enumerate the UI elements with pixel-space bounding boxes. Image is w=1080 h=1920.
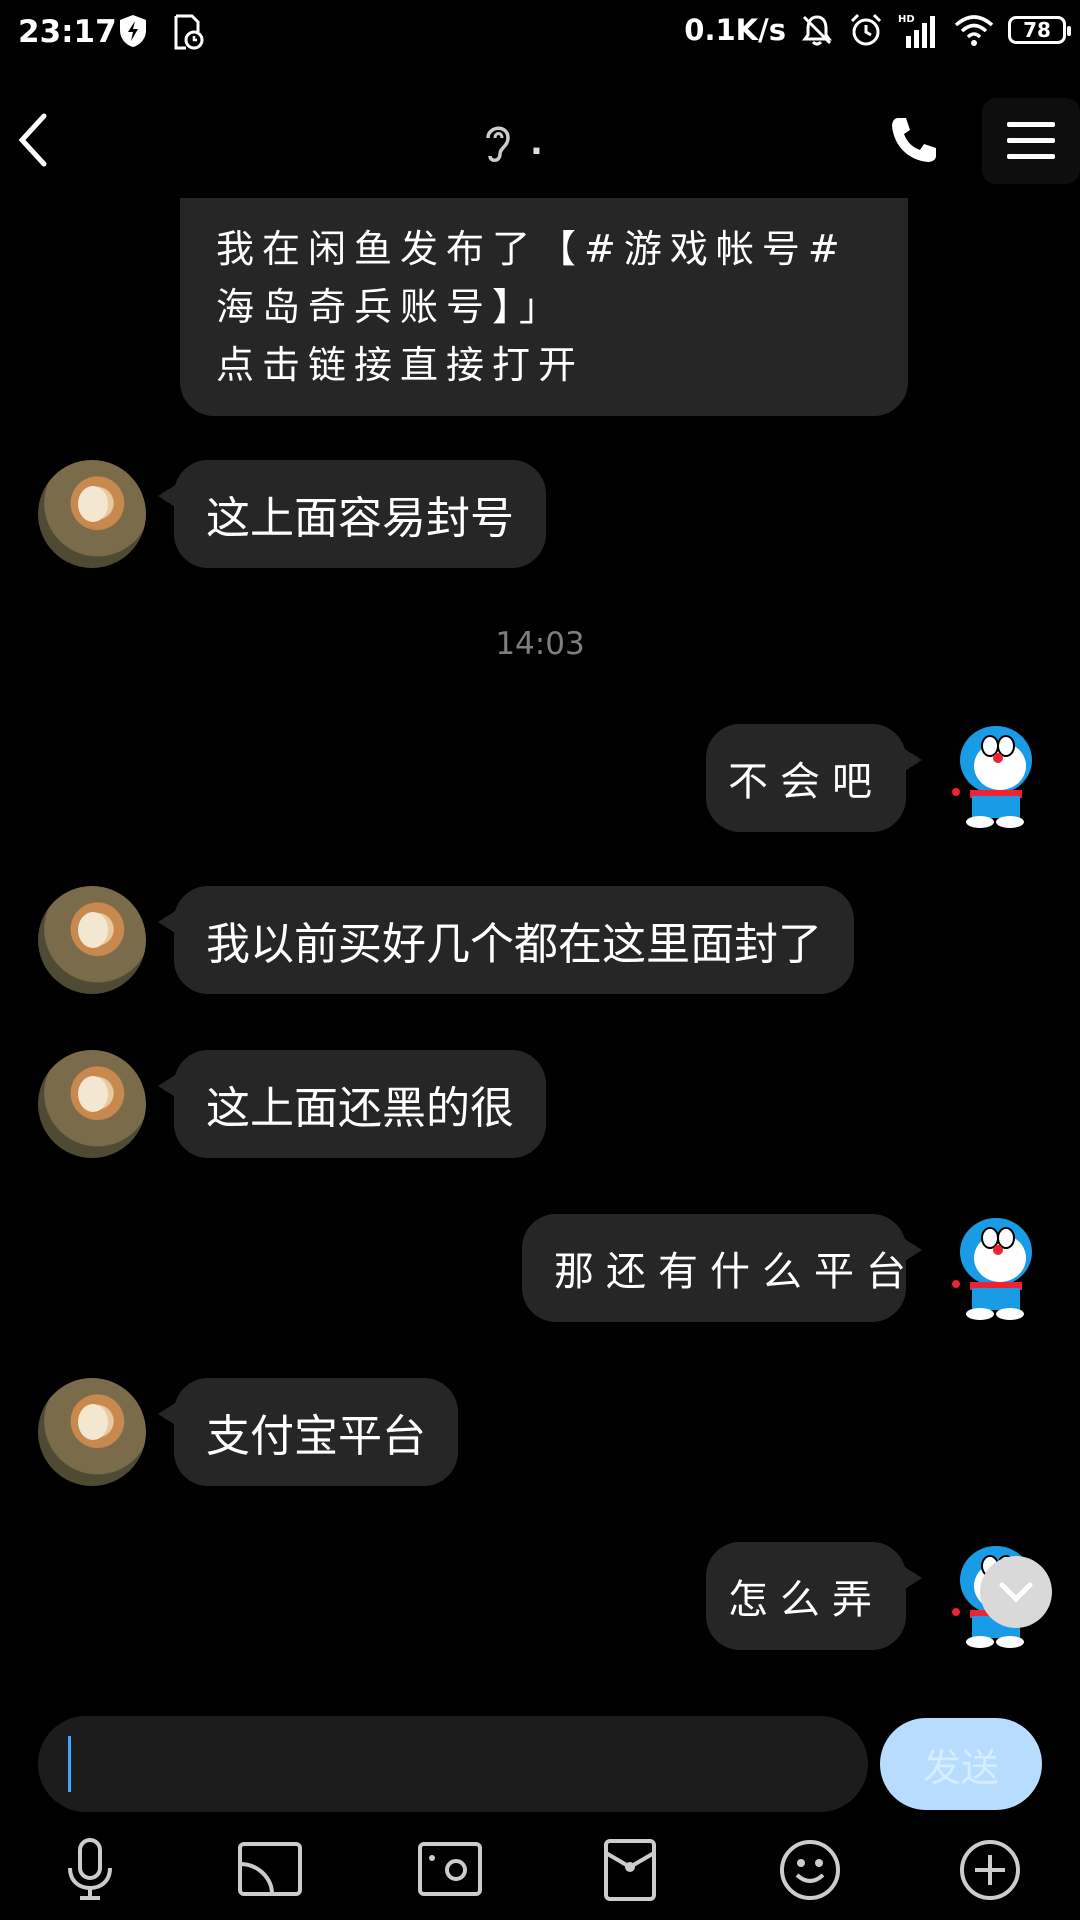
emoji-button[interactable] [770, 1830, 850, 1910]
mic-icon [68, 1838, 112, 1900]
message-text: 怎么弄 [728, 1577, 884, 1623]
status-bar: 23:17 0.1K/s HD 78 [0, 0, 1080, 72]
mute-bell-icon [802, 15, 832, 46]
battery-indicator: 78 [1008, 16, 1071, 44]
send-button[interactable]: 发送 [880, 1718, 1042, 1810]
status-time: 23:17 [18, 14, 117, 50]
svg-text:HD: HD [898, 14, 915, 25]
user-avatar[interactable] [950, 720, 1042, 830]
screen-share-button[interactable] [230, 1830, 310, 1910]
message-text: 这上面容易封号 [206, 493, 514, 544]
message-bubble[interactable]: 支付宝平台 [158, 1378, 458, 1486]
plus-icon [960, 1840, 1020, 1900]
ear-icon [486, 126, 510, 162]
clock-file-icon [174, 14, 204, 50]
photo-button[interactable] [410, 1830, 490, 1910]
scroll-down-button[interactable] [980, 1556, 1052, 1628]
message-list[interactable]: 我在闲鱼发布了【#游戏帐号#海岛奇兵账号】」 点击链接直接打开 这上面容易封号 … [0, 198, 1080, 1708]
battery-level: 78 [1023, 18, 1051, 42]
emoji-icon [780, 1840, 840, 1900]
phone-icon [892, 118, 936, 162]
wifi-icon [954, 15, 994, 46]
voice-input-button[interactable] [50, 1830, 130, 1910]
red-packet-button[interactable] [590, 1830, 670, 1910]
contact-name: . [530, 123, 543, 163]
message-timestamp: 14:03 [495, 626, 585, 662]
chat-header: . [0, 72, 1080, 208]
contact-avatar[interactable] [38, 1050, 146, 1158]
message-bubble[interactable]: 怎么弄 [706, 1542, 922, 1650]
voice-call-button[interactable] [888, 114, 940, 170]
contact-avatar[interactable] [38, 1378, 146, 1486]
signal-icon: HD [898, 14, 935, 48]
message-bubble-shared-link[interactable]: 我在闲鱼发布了【#游戏帐号#海岛奇兵账号】」 点击链接直接打开 [180, 198, 908, 416]
user-avatar[interactable] [950, 1212, 1042, 1322]
menu-button[interactable] [982, 98, 1080, 184]
text-cursor [68, 1736, 71, 1792]
alarm-icon [850, 13, 882, 46]
message-bubble[interactable]: 那还有什么平台 [522, 1214, 922, 1322]
message-bubble[interactable]: 不会吧 [706, 724, 922, 832]
message-bubble[interactable]: 这上面还黑的很 [158, 1050, 546, 1158]
message-text: 这上面还黑的很 [206, 1083, 514, 1134]
chat-title[interactable]: . [480, 120, 543, 166]
message-input[interactable] [38, 1716, 868, 1812]
back-button[interactable] [14, 110, 50, 174]
message-bubble[interactable]: 这上面容易封号 [158, 460, 546, 568]
message-text: 我以前买好几个都在这里面封了 [206, 919, 822, 970]
contact-avatar[interactable] [38, 886, 146, 994]
scroll-down-icon [999, 1582, 1033, 1603]
menu-icon [1007, 122, 1055, 159]
red-packet-icon [604, 1839, 656, 1901]
photo-icon [418, 1842, 482, 1896]
input-toolbar [0, 1830, 1080, 1920]
message-text: 支付宝平台 [206, 1411, 426, 1462]
network-speed: 0.1K/s [684, 13, 786, 47]
message-text: 不会吧 [728, 759, 884, 805]
screen-share-icon [238, 1842, 302, 1896]
message-bubble[interactable]: 我以前买好几个都在这里面封了 [158, 886, 854, 994]
shield-icon [120, 15, 146, 47]
message-text: 我在闲鱼发布了【#游戏帐号#海岛奇兵账号】」 点击链接直接打开 [216, 227, 848, 387]
contact-avatar[interactable] [38, 460, 146, 568]
back-icon [18, 113, 47, 167]
message-text: 那还有什么平台 [554, 1249, 918, 1295]
more-options-button[interactable] [950, 1830, 1030, 1910]
